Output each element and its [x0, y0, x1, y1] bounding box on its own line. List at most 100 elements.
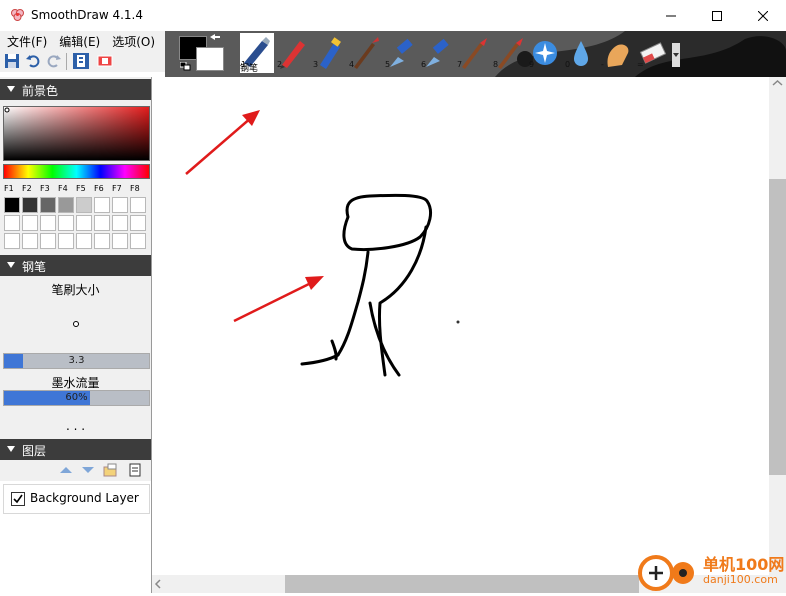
- color-swatch[interactable]: [76, 215, 92, 231]
- menu-bar: 文件(F) 编辑(E) 选项(O): [0, 31, 165, 51]
- color-swatch[interactable]: [22, 233, 38, 249]
- selected-brush-label: 钢笔: [240, 64, 259, 74]
- more-settings-button[interactable]: . . .: [0, 419, 151, 433]
- brush-tool-6[interactable]: 6: [420, 33, 454, 73]
- reset-colors-icon[interactable]: [180, 62, 192, 71]
- color-swatch[interactable]: [58, 197, 74, 213]
- color-swatch[interactable]: [4, 215, 20, 231]
- save-icon[interactable]: [4, 53, 20, 69]
- layer-properties-icon[interactable]: [102, 462, 118, 478]
- layer-visibility-checkbox[interactable]: [11, 492, 25, 506]
- background-color-swatch[interactable]: [196, 47, 224, 71]
- brush-number: 5: [385, 60, 391, 69]
- brush-tool--[interactable]: -: [600, 33, 634, 73]
- pen-settings-header[interactable]: 钢笔: [0, 255, 151, 276]
- stick-figure-sketch: [300, 193, 432, 377]
- color-swatch[interactable]: [112, 233, 128, 249]
- brush-tool-7[interactable]: 7: [456, 33, 490, 73]
- collapse-triangle-icon: [7, 446, 15, 452]
- maximize-button[interactable]: [694, 0, 740, 31]
- layer-list: Background Layer: [0, 481, 151, 593]
- color-swatch[interactable]: [94, 197, 110, 213]
- close-button[interactable]: [740, 0, 786, 31]
- color-swatch[interactable]: [94, 233, 110, 249]
- fkey-label: F4: [58, 184, 68, 193]
- undo-icon[interactable]: [25, 53, 41, 69]
- quick-toolbar: [0, 51, 165, 72]
- move-layer-up-icon[interactable]: [58, 462, 74, 478]
- brush-tool-2[interactable]: 2: [276, 33, 310, 73]
- brush-size-slider[interactable]: 3.3: [3, 353, 150, 369]
- scroll-left-icon[interactable]: [152, 575, 164, 593]
- layers-title: 图层: [22, 444, 47, 458]
- record-icon[interactable]: [97, 53, 113, 69]
- brush-tool-8[interactable]: 8: [492, 33, 526, 73]
- maximize-icon: [712, 10, 722, 21]
- vertical-scroll-thumb[interactable]: [769, 179, 786, 475]
- swap-colors-icon[interactable]: [209, 33, 221, 43]
- color-swatch[interactable]: [130, 233, 146, 249]
- red-arrow-annotation: [233, 276, 324, 323]
- color-swatch[interactable]: [40, 233, 56, 249]
- color-picker-gradient[interactable]: [3, 106, 150, 161]
- vertical-scrollbar[interactable]: [769, 77, 786, 575]
- color-swatch[interactable]: [22, 197, 38, 213]
- color-swatch[interactable]: [112, 215, 128, 231]
- color-swatch-grid: [4, 197, 149, 249]
- color-swatch[interactable]: [112, 197, 128, 213]
- layers-header[interactable]: 图层: [0, 439, 151, 460]
- brush-tool-0[interactable]: 0: [564, 33, 598, 73]
- brush-tool-9[interactable]: 9: [528, 33, 562, 73]
- foreground-color-title: 前景色: [22, 84, 59, 98]
- title-bar: SmoothDraw 4.1.4: [0, 0, 786, 31]
- fkey-label: F8: [130, 184, 140, 193]
- move-layer-down-icon[interactable]: [80, 462, 96, 478]
- color-swatch[interactable]: [40, 215, 56, 231]
- minimize-button[interactable]: [648, 0, 694, 31]
- brush-number: 0: [565, 60, 571, 69]
- brush-size-value: 3.3: [68, 355, 85, 366]
- fkey-label: F5: [76, 184, 86, 193]
- color-swatch[interactable]: [22, 215, 38, 231]
- color-swatch[interactable]: [76, 197, 92, 213]
- brush-size-label: 笔刷大小: [51, 283, 100, 297]
- menu-edit[interactable]: 编辑(E): [52, 31, 105, 51]
- new-layer-icon[interactable]: [127, 462, 143, 478]
- brush-number: 2: [277, 60, 283, 69]
- watermark-title: 单机100网: [703, 555, 785, 574]
- panel-toggle-icon[interactable]: [73, 53, 89, 69]
- layer-item[interactable]: Background Layer: [3, 484, 150, 514]
- color-swatch[interactable]: [4, 233, 20, 249]
- brush-tool-3[interactable]: 3: [312, 33, 346, 73]
- menu-options[interactable]: 选项(O): [105, 31, 160, 51]
- color-swatch[interactable]: [130, 215, 146, 231]
- fkey-row: F1 F2 F3 F4 F5 F6 F7 F8: [4, 184, 149, 196]
- ink-dot: [456, 320, 460, 324]
- menu-file[interactable]: 文件(F): [0, 31, 52, 51]
- color-swatch[interactable]: [94, 215, 110, 231]
- color-swatch[interactable]: [4, 197, 20, 213]
- brush-tool-4[interactable]: 4: [348, 33, 382, 73]
- hue-slider[interactable]: [3, 164, 150, 179]
- scroll-up-icon[interactable]: [769, 77, 786, 89]
- color-swatch[interactable]: [58, 233, 74, 249]
- color-swatch[interactable]: [40, 197, 56, 213]
- redo-icon[interactable]: [46, 53, 62, 69]
- color-swatch[interactable]: [130, 197, 146, 213]
- ink-flow-label: 墨水流量: [51, 376, 100, 390]
- collapse-triangle-icon: [7, 86, 15, 92]
- brush-more-dropdown[interactable]: [672, 43, 680, 67]
- brush-number: 3: [313, 60, 319, 69]
- brush-tool-5[interactable]: 5: [384, 33, 418, 73]
- drawing-canvas[interactable]: [152, 77, 769, 575]
- checkmark-icon: [13, 494, 23, 504]
- ink-flow-slider[interactable]: 60%: [3, 390, 150, 406]
- watermark-logo-icon: [638, 555, 694, 591]
- foreground-color-header[interactable]: 前景色: [0, 79, 151, 100]
- horizontal-scroll-thumb[interactable]: [285, 575, 639, 593]
- brush-number: 6: [421, 60, 427, 69]
- brush-tool-=[interactable]: =: [636, 33, 670, 73]
- color-swatch[interactable]: [76, 233, 92, 249]
- color-swatch[interactable]: [58, 215, 74, 231]
- chevron-down-icon: [673, 53, 679, 57]
